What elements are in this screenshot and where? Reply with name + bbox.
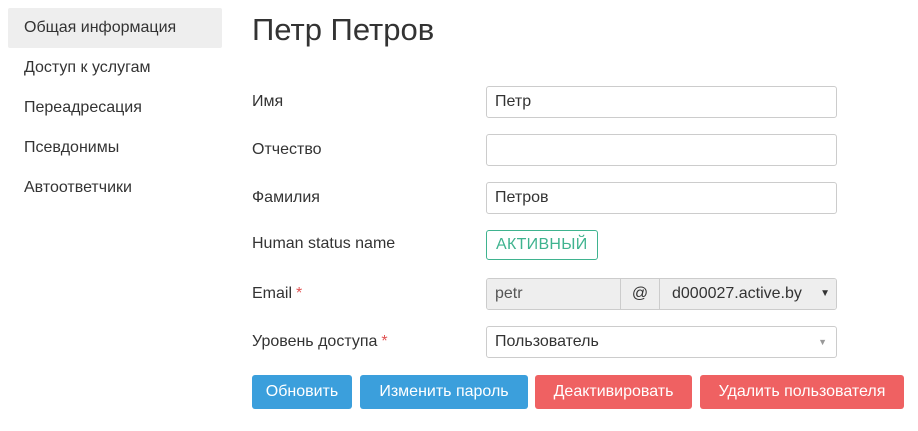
email-domain-value: d000027.active.by — [672, 285, 802, 302]
sidebar-item-autoresponders[interactable]: Автоответчики — [8, 168, 222, 208]
access-level-value: Пользователь — [495, 333, 599, 350]
first-name-row: Имя — [252, 86, 842, 120]
access-level-label-text: Уровень доступа — [252, 333, 378, 350]
email-at-addon: @ — [621, 279, 660, 309]
sidebar-item-service-access[interactable]: Доступ к услугам — [8, 48, 222, 88]
email-local-part-input[interactable] — [487, 279, 621, 309]
sidebar-nav: Общая информация Доступ к услугам Переад… — [8, 8, 222, 208]
sidebar-item-forwarding[interactable]: Переадресация — [8, 88, 222, 128]
email-required-mark: * — [296, 285, 303, 302]
sidebar-item-general-info[interactable]: Общая информация — [8, 8, 222, 48]
status-row: Human status name АКТИВНЫЙ — [252, 230, 842, 264]
email-domain-select[interactable]: d000027.active.by ▼ — [660, 279, 836, 309]
delete-user-button[interactable]: Удалить пользователя — [700, 375, 904, 409]
status-badge: АКТИВНЫЙ — [486, 230, 598, 260]
access-level-row: Уровень доступа * Пользователь ▼ — [252, 326, 842, 360]
page-title: Петр Петров — [252, 12, 435, 47]
sidebar-item-aliases[interactable]: Псевдонимы — [8, 128, 222, 168]
update-button[interactable]: Обновить — [252, 375, 352, 409]
last-name-input[interactable] — [486, 182, 837, 214]
email-row: Email* @ d000027.active.by ▼ — [252, 278, 842, 312]
middle-name-row: Отчество — [252, 134, 842, 168]
first-name-label: Имя — [252, 93, 284, 110]
deactivate-button[interactable]: Деактивировать — [535, 375, 692, 409]
email-label: Email * — [252, 278, 302, 310]
email-input-group: @ d000027.active.by ▼ — [486, 278, 837, 310]
last-name-row: Фамилия — [252, 182, 842, 216]
access-level-required-mark: * — [381, 333, 388, 350]
last-name-label: Фамилия — [252, 189, 320, 206]
status-label: Human status name — [252, 235, 396, 252]
access-level-label: Уровень доступа * — [252, 326, 388, 358]
middle-name-input[interactable] — [486, 134, 837, 166]
access-level-select[interactable]: Пользователь ▼ — [486, 326, 837, 358]
caret-down-icon: ▼ — [818, 337, 827, 347]
user-profile-page: Общая информация Доступ к услугам Переад… — [0, 0, 918, 431]
email-label-text: Email — [252, 285, 293, 302]
first-name-input[interactable] — [486, 86, 837, 118]
middle-name-label: Отчество — [252, 141, 322, 158]
caret-down-icon: ▼ — [820, 288, 830, 299]
change-password-button[interactable]: Изменить пароль — [360, 375, 528, 409]
